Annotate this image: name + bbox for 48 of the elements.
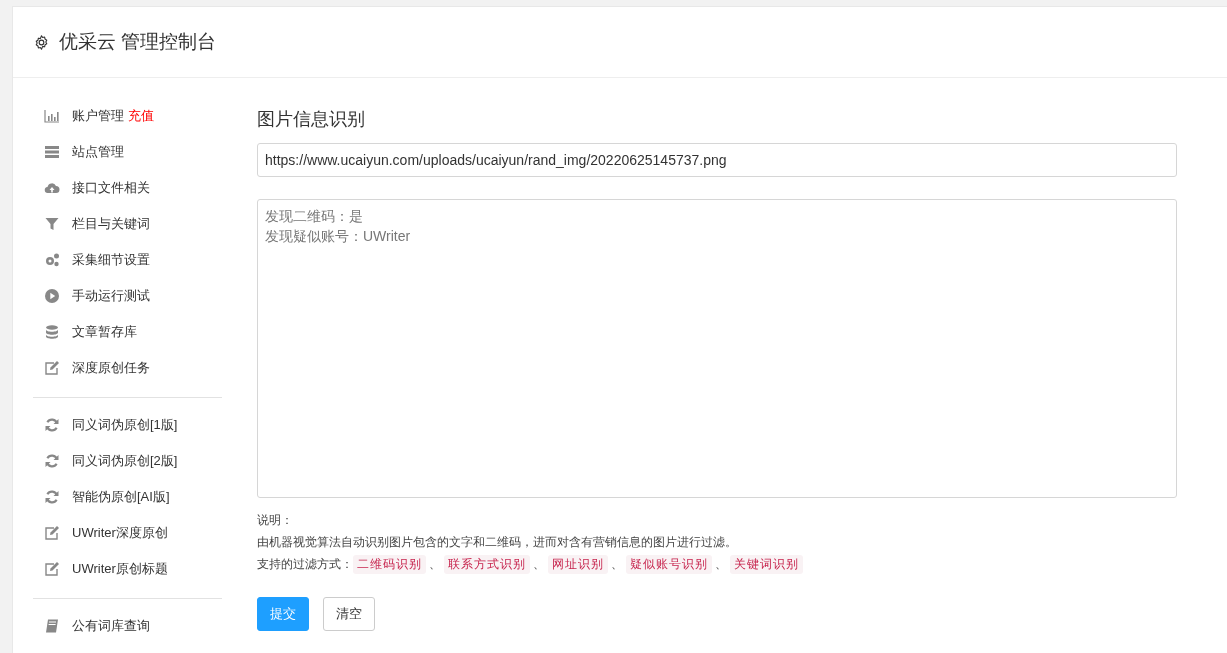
sidebar-item[interactable]: 深度原创任务	[72, 359, 150, 377]
filter-icon	[43, 216, 61, 232]
separator: 、	[715, 555, 727, 573]
sidebar-item[interactable]: UWriter深度原创	[72, 524, 168, 542]
sidebar-item[interactable]: 手动运行测试	[72, 287, 150, 305]
sidebar-item[interactable]: 站点管理	[72, 143, 124, 161]
note-text: 由机器视觉算法自动识别图片包含的文字和二维码，进而对含有营销信息的图片进行过滤。	[257, 534, 738, 551]
recharge-link[interactable]: 充值	[128, 107, 154, 125]
database-icon	[43, 324, 61, 340]
sidebar-item[interactable]: 智能伪原创[AI版]	[72, 488, 170, 506]
refresh-icon	[43, 489, 61, 505]
play-icon	[43, 288, 61, 304]
book-icon	[43, 618, 61, 634]
note-label: 说明：	[257, 512, 294, 529]
sidebar-item[interactable]: 接口文件相关	[72, 179, 150, 197]
sidebar-item[interactable]: 同义词伪原创[1版]	[72, 416, 178, 434]
sidebar-item[interactable]: 栏目与关键词	[72, 215, 150, 233]
url-field[interactable]: https://www.ucaiyun.com/uploads/ucaiyun/rand_img/20220625145737.png	[257, 143, 1177, 177]
filter-tag: 疑似账号识别	[626, 554, 712, 574]
result-box[interactable]: 发现二维码：是 发现疑似账号：UWriter	[257, 199, 1177, 498]
result-line: 发现疑似账号：UWriter	[265, 227, 412, 246]
filter-tag: 二维码识别	[353, 554, 426, 574]
server-icon	[43, 144, 61, 160]
console-title: 优采云 管理控制台	[59, 30, 217, 54]
settings-icon	[33, 33, 50, 51]
sidebar-item[interactable]: 文章暂存库	[72, 323, 137, 341]
edit-icon	[43, 525, 61, 541]
separator: 、	[429, 555, 441, 573]
edit-icon	[43, 561, 61, 577]
refresh-icon	[43, 417, 61, 433]
result-line: 发现二维码：是	[265, 207, 364, 226]
clear-button[interactable]: 清空	[323, 597, 375, 631]
separator: 、	[611, 555, 623, 573]
edit-icon	[43, 360, 61, 376]
filter-tag: 网址识别	[548, 554, 608, 574]
refresh-icon	[43, 453, 61, 469]
filter-tag: 关键词识别	[730, 554, 803, 574]
sidebar-item[interactable]: 账户管理	[72, 107, 124, 125]
sidebar-item[interactable]: 公有词库查询	[72, 617, 150, 635]
separator: 、	[533, 555, 545, 573]
cloud-icon	[43, 180, 61, 196]
chart-icon	[43, 108, 61, 124]
section-title: 图片信息识别	[257, 108, 366, 131]
sidebar-item[interactable]: 采集细节设置	[72, 251, 150, 269]
filter-label: 支持的过滤方式：	[257, 556, 353, 573]
sidebar-item[interactable]: UWriter原创标题	[72, 560, 168, 578]
sidebar-item[interactable]: 同义词伪原创[2版]	[72, 452, 178, 470]
filter-tag: 联系方式识别	[444, 554, 530, 574]
